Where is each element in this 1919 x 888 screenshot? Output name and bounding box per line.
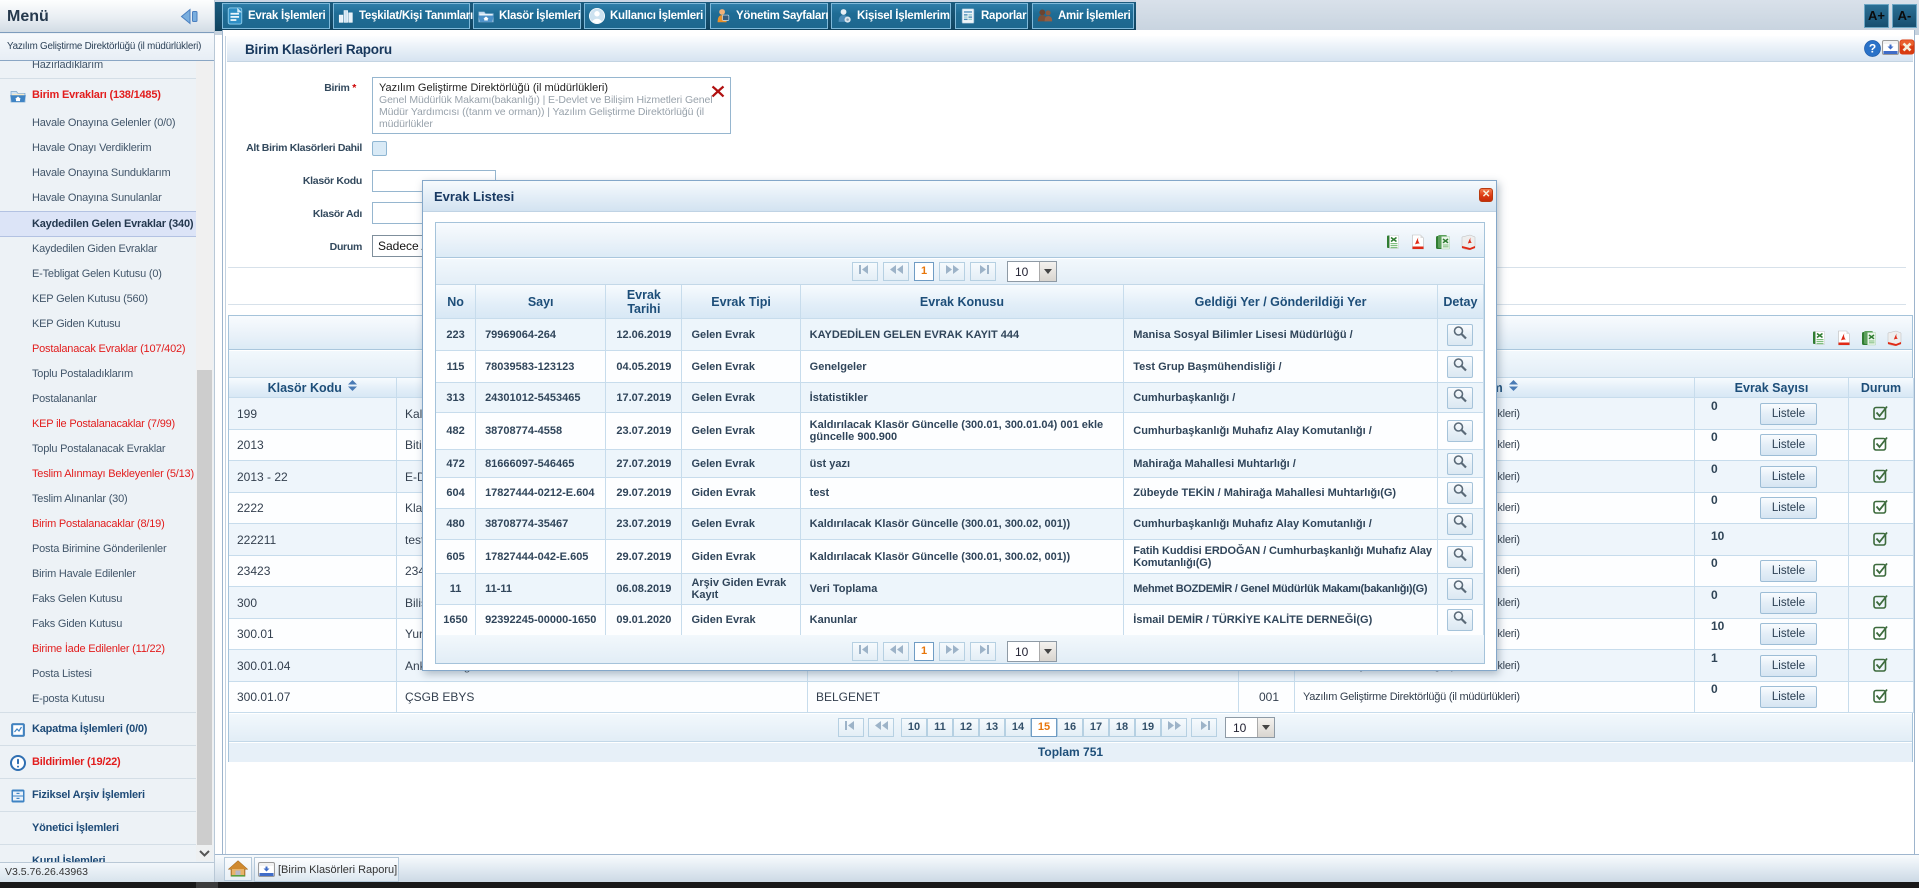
svg-text:?: ? [1869,42,1876,56]
